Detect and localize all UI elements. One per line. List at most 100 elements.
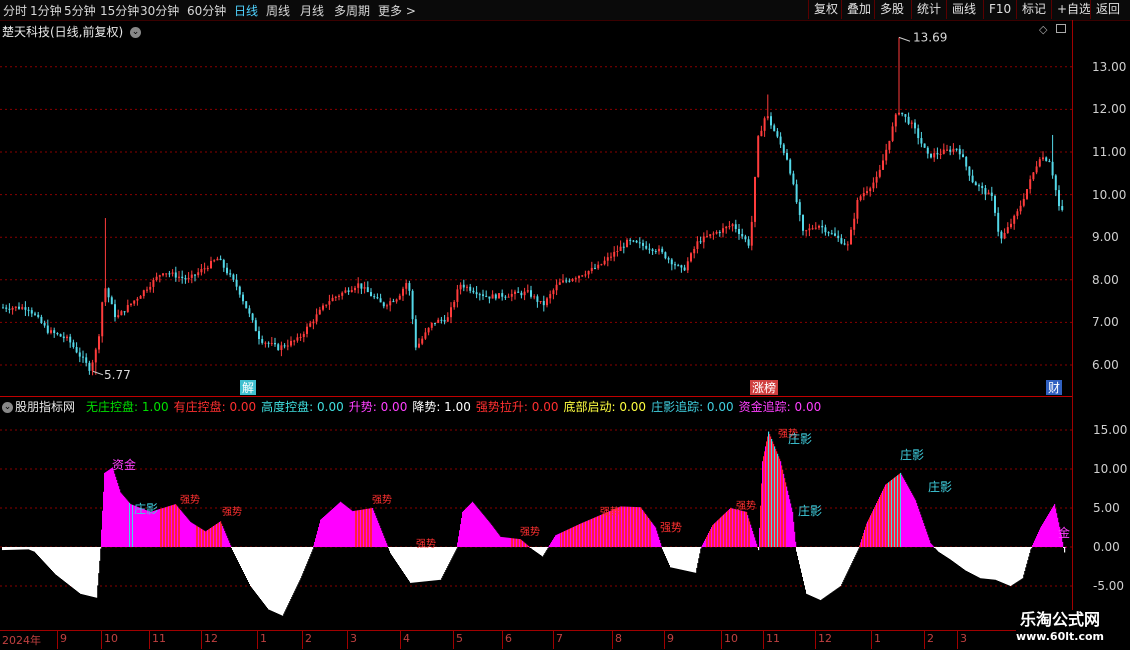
date-tick-label: 5 [456,632,463,645]
back-button[interactable]: 返回 [1090,0,1125,19]
indicator-legend: ⌄ 股朋指标网 无庄控盘: 1.00 有庄控盘: 0.00 高度控盘: 0.00 升势: … [2,398,831,415]
period-tab-daily[interactable]: 日线 [234,2,258,19]
date-tick-label: 8 [615,632,622,645]
candle [910,120,913,129]
svg-text:5.77: 5.77 [104,368,131,382]
candle [504,295,507,300]
candle [46,319,49,335]
candle [18,302,20,310]
overlay-button[interactable]: 叠加 [841,0,876,19]
draw-line-button[interactable]: 画线 [946,0,981,19]
candle [555,279,558,296]
period-tab-multi[interactable]: 多周期 [334,2,370,19]
candle [1032,171,1035,181]
panel-toggle-icon[interactable] [1056,24,1066,33]
candle [597,261,600,270]
indicator-chart[interactable]: 资金庄影强势强势强势强势强势强势强势强势强势庄影庄影庄影庄影金 [0,397,1072,630]
more-periods-button[interactable]: 更多 > [378,2,416,19]
date-tick-label: 3 [350,632,357,645]
candle [795,179,798,204]
period-tab-15min[interactable]: 15分钟 [100,2,139,19]
candle [299,333,302,341]
candle [846,241,849,251]
date-tick-mark [502,630,503,649]
candle [85,353,88,367]
candle [322,303,324,312]
candle [728,221,731,230]
diamond-icon[interactable]: ◇ [1039,23,1047,36]
indicator-tick-label: -5.00 [1093,579,1125,593]
candle [1013,214,1016,230]
mark-button[interactable]: 标记 [1016,0,1051,19]
indicator-panel[interactable]: 资金 庄影 强势 强势 强势 强势 强势 强势 强势 强势 强势 庄影 庄影 庄影 庄影金 [0,397,1072,630]
candle [891,122,894,143]
candle [773,123,776,132]
statistics-button[interactable]: 统计 [911,0,946,19]
candle [363,281,366,294]
candle [843,239,846,246]
legend-item: 降势: 1.00 [412,400,471,414]
candle [248,305,251,318]
candle [66,334,68,341]
candle [706,230,708,238]
candle [699,236,702,245]
candle [520,290,523,299]
period-tab-monthly[interactable]: 月线 [300,2,324,19]
candle [936,147,939,160]
chevron-down-icon[interactable]: ⌄ [2,402,13,413]
kline-chart[interactable]: 13.69 5.77 解 涨榜 财 [0,20,1072,396]
candle [658,245,660,255]
candle [459,282,462,295]
period-tab-60min[interactable]: 60分钟 [187,2,226,19]
candle [581,274,584,277]
candle [782,142,785,156]
candle [997,207,1000,237]
kline-panel[interactable]: 13.69 5.77 解 涨榜 财 [0,20,1072,396]
period-tab-intraday[interactable]: 分时 [3,2,27,19]
period-tab-30min[interactable]: 30分钟 [140,2,179,19]
date-tick-mark [453,630,454,649]
period-tab-5min[interactable]: 5分钟 [64,2,96,19]
indicator-bar [387,545,389,547]
indicator-annotation: 强势 [520,525,540,538]
high-price-label: 13.69 [898,30,947,44]
candle [242,292,244,305]
f10-button[interactable]: F10 [983,0,1016,19]
price-tick-label: 7.00 [1092,315,1119,330]
candle [747,236,750,249]
period-tab-1min[interactable]: 1分钟 [30,2,62,19]
candle [245,301,248,309]
candle [632,240,635,243]
candle [210,256,212,270]
candle [984,184,987,201]
date-tick-label: 11 [152,632,166,645]
indicator-name[interactable]: 股朋指标网 [15,400,75,414]
candle [107,287,110,303]
candle [472,287,475,294]
candle [501,289,504,301]
candle [677,263,680,267]
date-tick-mark [302,630,303,649]
candle [488,296,491,304]
candle [680,264,683,273]
candle [43,320,46,328]
candle [594,263,596,270]
legend-item: 庄影追踪: 0.00 [651,400,734,414]
candle [443,315,446,325]
candle [1042,151,1044,162]
fuquan-button[interactable]: 复权 [808,0,843,19]
candle [1006,222,1009,234]
candle [754,176,756,228]
indicator-annotation: 强势 [416,537,436,550]
candle [600,263,603,266]
date-tick-mark [664,630,665,649]
date-tick-label: 2 [927,632,934,645]
legend-item: 底部启动: 0.00 [563,400,647,414]
candle [152,277,155,293]
candle [27,306,30,317]
date-tick-mark [347,630,348,649]
period-tab-weekly[interactable]: 周线 [266,2,290,19]
chevron-down-icon[interactable]: ⌄ [130,27,142,38]
multi-stock-button[interactable]: 多股 [874,0,909,19]
candle [1038,157,1041,168]
